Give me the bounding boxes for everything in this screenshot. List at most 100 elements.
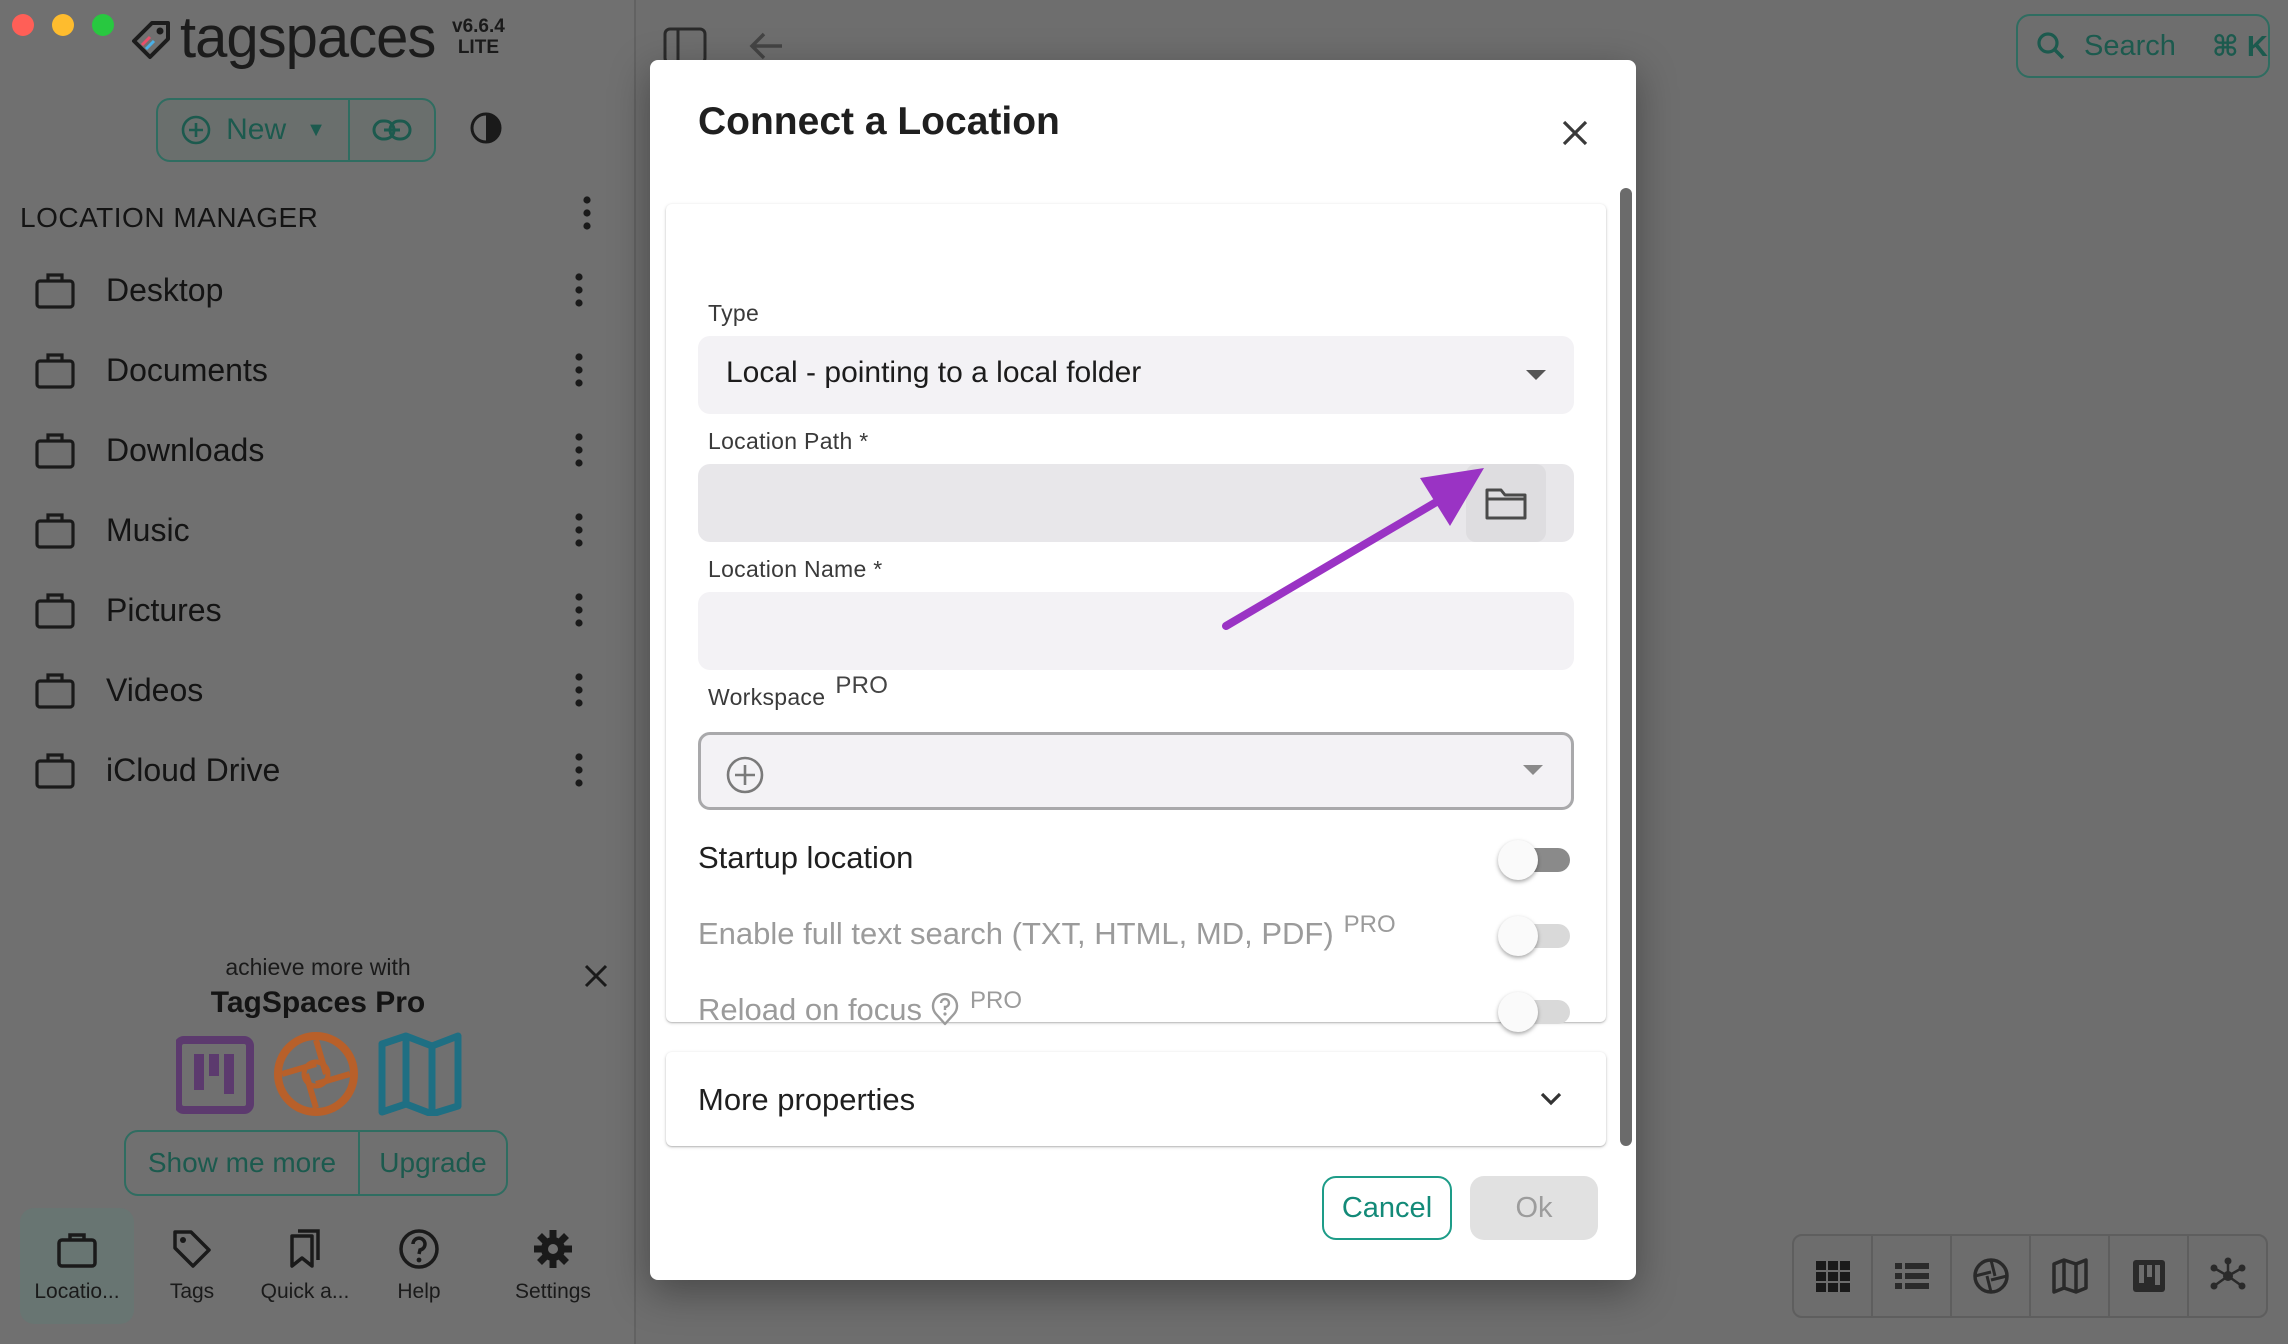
select-folder-button[interactable] [1466,464,1546,542]
location-item[interactable]: Pictures [0,570,636,650]
dropdown-arrow-icon [1526,370,1546,380]
nav-label: Settings [515,1280,591,1303]
reload-pro-badge: PRO [970,987,1023,1014]
more-vert-icon[interactable] [562,749,596,791]
grid-icon [1815,1261,1850,1292]
more-vert-icon[interactable] [562,509,596,551]
ok-button[interactable]: Ok [1470,1176,1598,1240]
location-item[interactable]: Documents [0,330,636,410]
kanban-view-button[interactable] [2110,1236,2189,1316]
nav-tags[interactable]: Tags [148,1208,236,1324]
location-item[interactable]: Downloads [0,410,636,490]
location-path-input[interactable] [698,464,1574,542]
theme-toggle-icon[interactable] [468,110,504,146]
reload-on-focus-label: Reload on focus PRO [698,987,1022,1028]
mindmap-view-button[interactable] [2189,1236,2266,1316]
gear-icon [534,1230,572,1268]
list-view-button[interactable] [1873,1236,1952,1316]
pro-promo-panel: achieve more with TagSpaces Pro Show me … [0,946,636,1196]
location-path-label: Location Path * [708,428,869,454]
open-link-button[interactable] [350,100,434,160]
reload-on-focus-switch[interactable] [1498,992,1574,1032]
help-icon [399,1229,439,1269]
kanban-icon [2132,1260,2165,1292]
full-text-search-label: Enable full text search (TXT, HTML, MD, … [698,911,1396,952]
map-icon [2051,1258,2088,1294]
full-text-search-row: Enable full text search (TXT, HTML, MD, … [698,910,1574,960]
more-properties-label: More properties [698,1082,916,1117]
connect-location-dialog: Connect a Location Type Local - pointing… [650,60,1636,1280]
window-minimize-button[interactable] [52,14,74,36]
location-item-label: Desktop [106,271,224,308]
location-item-label: Documents [106,351,268,388]
show-me-more-button[interactable]: Show me more [126,1132,360,1194]
briefcase-icon [35,753,75,789]
map-icon [378,1032,462,1116]
map-view-button[interactable] [2031,1236,2110,1316]
type-label: Type [708,300,760,326]
briefcase-icon [35,673,75,709]
type-select[interactable]: Local - pointing to a local folder [698,336,1574,414]
full-text-search-switch[interactable] [1498,916,1574,956]
window-maximize-button[interactable] [92,14,114,36]
add-circle-icon[interactable] [725,755,765,795]
more-properties-accordion[interactable]: More properties [666,1052,1606,1146]
kanban-icon [176,1036,254,1114]
more-vert-icon[interactable] [562,269,596,311]
nav-quick-access[interactable]: Quick a... [252,1208,358,1324]
location-manager-menu-icon[interactable] [570,192,604,234]
startup-location-switch[interactable] [1498,840,1574,880]
promo-subtitle: achieve more with [225,954,411,980]
gallery-view-button[interactable] [1952,1236,2031,1316]
graph-icon [2210,1257,2245,1290]
nav-locations[interactable]: Locatio... [20,1208,134,1324]
close-dialog-icon[interactable] [1550,108,1600,158]
nav-label: Help [397,1280,441,1303]
tag-icon [173,1230,211,1268]
location-name-input[interactable] [698,592,1574,670]
nav-label: Tags [169,1280,215,1303]
briefcase-icon [57,1233,97,1268]
help-pin-icon[interactable] [930,992,960,1026]
list-icon [1894,1263,1929,1289]
full-text-search-text: Enable full text search (TXT, HTML, MD, … [698,916,1334,951]
upgrade-button[interactable]: Upgrade [360,1132,506,1194]
window-close-button[interactable] [12,14,34,36]
nav-label: Locatio... [34,1280,120,1303]
dialog-scrollbar[interactable] [1620,188,1632,1146]
aperture-icon [1972,1258,2009,1294]
location-item-label: iCloud Drive [106,751,281,788]
version-number: v6.6.4 [452,16,505,37]
grid-view-button[interactable] [1794,1236,1873,1316]
location-item[interactable]: Videos [0,650,636,730]
add-circle-icon [181,115,211,145]
promo-title: TagSpaces Pro [210,986,426,1019]
nav-settings[interactable]: Settings [500,1208,606,1324]
briefcase-icon [35,593,75,629]
sidebar: tagspaces v6.6.4 LITE New ▼ LOCATION MAN… [0,0,636,1344]
workspace-label: Workspace PRO [708,672,888,712]
more-vert-icon[interactable] [562,589,596,631]
link-icon [372,119,412,141]
app-logo: tagspaces v6.6.4 LITE [128,5,505,70]
nav-help[interactable]: Help [374,1208,464,1324]
location-item[interactable]: Desktop [0,250,636,330]
search-button[interactable]: Search ⌘ K [2016,14,2270,78]
location-item-label: Videos [106,671,204,708]
location-item[interactable]: Music [0,490,636,570]
briefcase-icon [35,513,75,549]
new-button[interactable]: New ▼ [158,100,350,160]
reload-on-focus-text: Reload on focus [698,992,923,1027]
briefcase-icon [35,273,75,309]
workspace-select[interactable] [698,732,1574,810]
more-vert-icon[interactable] [562,349,596,391]
close-promo-icon[interactable] [578,958,614,994]
folder-icon [1485,488,1527,520]
more-vert-icon[interactable] [562,429,596,471]
more-vert-icon[interactable] [562,669,596,711]
cancel-button[interactable]: Cancel [1322,1176,1452,1240]
location-item[interactable]: iCloud Drive [0,730,636,810]
app-name: tagspaces [180,5,436,70]
dropdown-arrow-icon [1523,765,1543,775]
gallery-aperture-icon [274,1032,358,1116]
